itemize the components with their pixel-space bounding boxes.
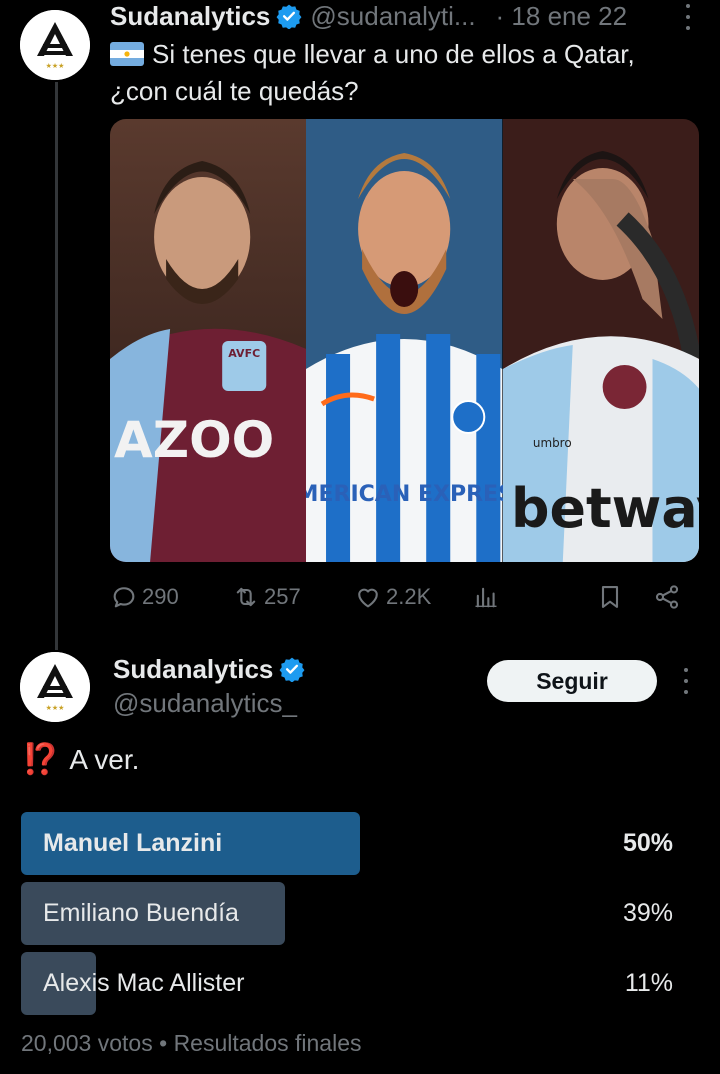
reply-button[interactable]: 290 [110, 580, 179, 614]
author-handle[interactable]: @sudanalyti... [310, 1, 475, 32]
repost-count: 257 [264, 584, 301, 609]
author-name[interactable]: Sudanalytics [110, 1, 270, 32]
poll-separator: • [159, 1030, 168, 1056]
tweet-text: Si tenes que llevar a uno de ellos a Qat… [110, 36, 690, 110]
like-count: 2.2K [386, 584, 432, 609]
poll: Manuel Lanzini 50% Emiliano Buendía 39% … [21, 812, 681, 1022]
tweet-media-image[interactable]: AVFC AZOO AMERICAN EXPRESS [110, 119, 699, 562]
reply-text-body: A ver. [69, 743, 140, 775]
media-sponsor-text: AMERICAN EXPRESS [306, 482, 502, 507]
tweet-header: Sudanalytics @sudanalyti... · 18 ene 22 [110, 0, 710, 32]
media-panel-white-kit: umbro betway [502, 119, 699, 562]
argentina-flag-icon [110, 42, 144, 66]
reply-count: 290 [142, 584, 179, 609]
more-options-icon[interactable] [682, 668, 690, 694]
poll-option-1: Manuel Lanzini 50% [21, 812, 681, 875]
verified-badge-icon [276, 3, 302, 29]
author-avatar[interactable]: ★★★ [20, 10, 90, 80]
poll-option-label: Emiliano Buendía [43, 899, 239, 927]
follow-button[interactable]: Seguir [487, 660, 657, 702]
repost-icon [236, 587, 256, 607]
verified-badge-icon [279, 656, 305, 682]
svg-text:★★★: ★★★ [46, 704, 65, 712]
views-chart-icon [475, 587, 497, 608]
poll-option-percent: 11% [624, 969, 673, 997]
media-brand-text: umbro [533, 436, 572, 450]
poll-option-label: Alexis Mac Allister [43, 969, 245, 997]
tweet-text-line2: ¿con cuál te quedás? [110, 76, 359, 106]
poll-vote-count: 20,003 votos [21, 1030, 153, 1056]
tweet-date[interactable]: · 18 ene 22 [496, 1, 628, 32]
reply-icon [113, 587, 135, 608]
poll-status: Resultados finales [173, 1030, 362, 1056]
share-button[interactable] [653, 580, 685, 614]
media-panel-striped-kit: AMERICAN EXPRESS [306, 119, 503, 562]
tweet-text-line1: Si tenes que llevar a uno de ellos a Qat… [152, 39, 635, 69]
reply-author-handle[interactable]: @sudanalytics_ [113, 688, 297, 719]
poll-option-3: Alexis Mac Allister 11% [21, 952, 681, 1015]
sudanalytics-logo-icon: ★★★ [20, 10, 90, 80]
heart-icon [358, 588, 378, 608]
bookmark-icon [601, 586, 619, 608]
bookmark-button[interactable] [596, 580, 628, 614]
thread-line [55, 82, 58, 650]
reply-author-name[interactable]: Sudanalytics [113, 654, 273, 685]
reply-author-avatar[interactable]: ★★★ [20, 652, 90, 722]
views-button[interactable] [472, 580, 504, 614]
media-sponsor-text: betway [511, 477, 699, 540]
poll-option-2: Emiliano Buendía 39% [21, 882, 681, 945]
poll-footer: 20,003 votos • Resultados finales [21, 1030, 362, 1057]
repost-button[interactable]: 257 [232, 580, 301, 614]
like-button[interactable]: 2.2K [354, 580, 431, 614]
tweet-actions-bar: 290 257 2.2K [110, 580, 690, 614]
poll-option-percent: 50% [622, 829, 673, 857]
media-crest-text: AVFC [228, 347, 260, 360]
poll-option-percent: 39% [622, 899, 673, 927]
media-panel-claret-kit: AVFC AZOO [110, 119, 307, 562]
svg-text:★★★: ★★★ [46, 62, 65, 70]
sudanalytics-logo-icon: ★★★ [20, 652, 90, 722]
interrobang-emoji-icon: ⁉️ [22, 743, 59, 776]
poll-option-label: Manuel Lanzini [43, 829, 223, 857]
reply-author-name-row: Sudanalytics [113, 652, 305, 686]
reply-text: ⁉️ A ver. [22, 742, 139, 777]
more-options-icon[interactable] [684, 4, 692, 30]
media-sponsor-text: AZOO [114, 411, 274, 469]
share-icon [655, 585, 679, 609]
